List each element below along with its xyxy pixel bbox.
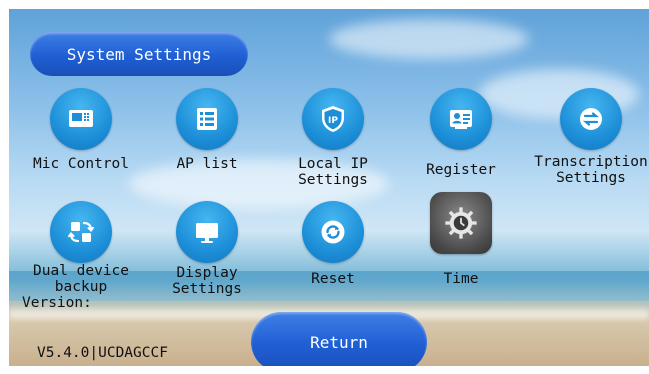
id-card-icon <box>430 88 492 150</box>
list-icon <box>176 88 238 150</box>
tile-label: AP list <box>176 156 238 172</box>
tile-ap-list[interactable]: AP list <box>147 88 267 172</box>
tile-label: Time <box>443 271 479 287</box>
mic-control-icon <box>50 88 112 150</box>
page-title: System Settings <box>30 32 248 76</box>
tile-display-settings[interactable]: Display Settings <box>147 201 267 297</box>
tile-label: Mic Control <box>32 156 130 172</box>
svg-text:IP: IP <box>328 116 338 126</box>
tile-label: Display Settings <box>172 265 242 297</box>
version-label: Version: <box>22 295 92 311</box>
tile-label: Register <box>426 162 496 178</box>
monitor-icon <box>176 201 238 263</box>
tile-local-ip-settings[interactable]: IP Local IP Settings <box>273 88 393 188</box>
tile-label: Local IP Settings <box>298 156 368 188</box>
reset-icon <box>302 201 364 263</box>
settings-screen: System Settings Mic Control AP list IP L… <box>9 9 649 366</box>
tile-time[interactable]: Time <box>401 192 521 287</box>
tile-label: Reset <box>311 271 355 287</box>
tile-label: Dual device backup <box>32 263 130 295</box>
tile-reset[interactable]: Reset <box>273 201 393 287</box>
dual-device-backup-icon <box>50 201 112 263</box>
tile-mic-control[interactable]: Mic Control <box>21 88 141 172</box>
version-value: V5.4.0|UCDAGCCF <box>37 345 168 361</box>
ip-shield-icon: IP <box>302 88 364 150</box>
tile-dual-device-backup[interactable]: Dual device backup <box>21 201 141 295</box>
transcription-icon <box>560 88 622 150</box>
return-button[interactable]: Return <box>251 312 427 366</box>
gear-clock-icon <box>430 192 492 254</box>
tile-transcription-settings[interactable]: Transcription Settings <box>531 88 649 186</box>
tile-register[interactable]: Register <box>401 88 521 178</box>
cloud-decoration <box>329 19 529 59</box>
tile-label: Transcription Settings <box>534 154 648 186</box>
